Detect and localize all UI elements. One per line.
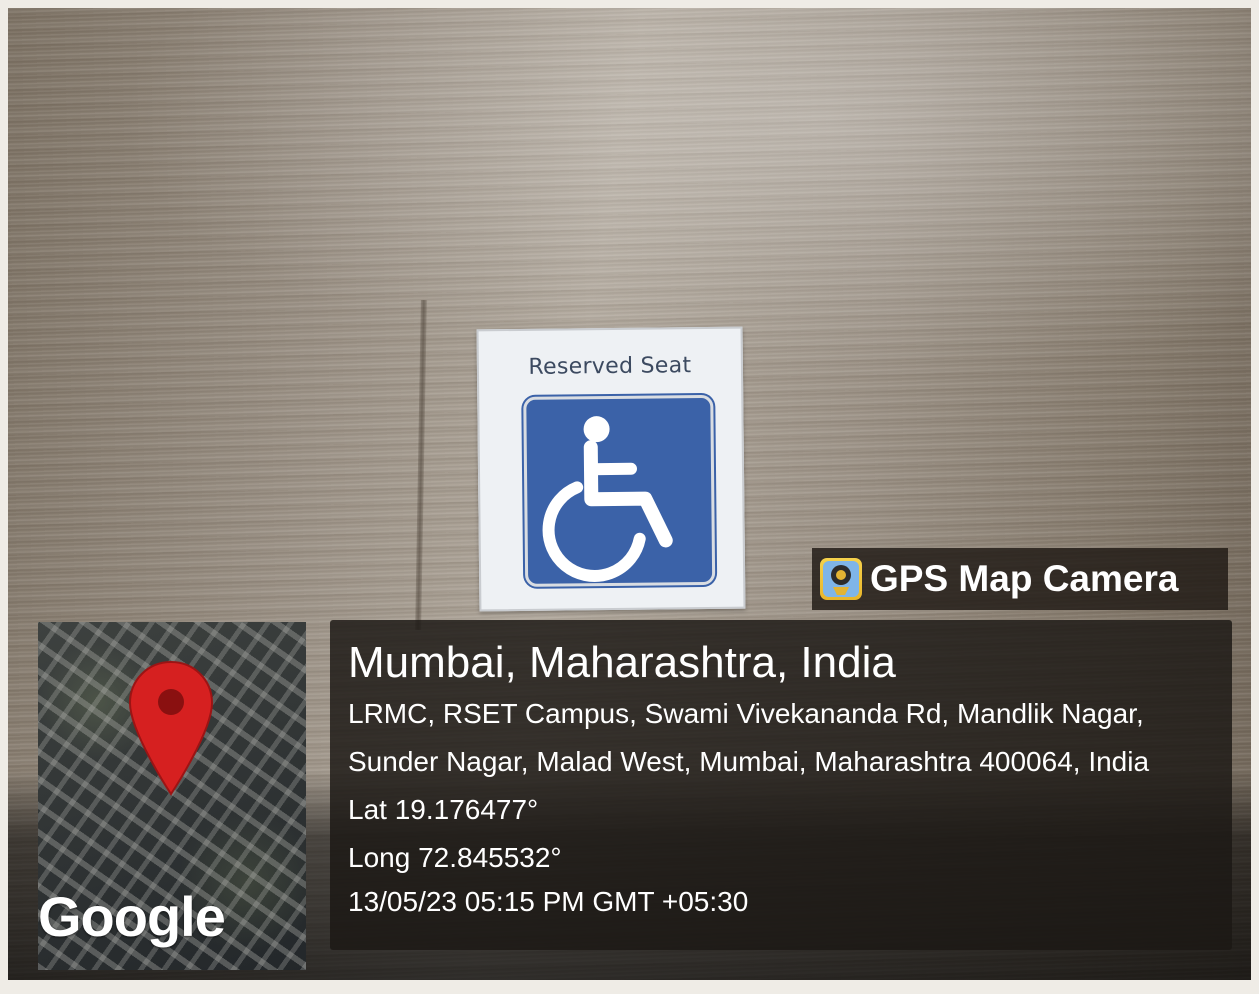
reserved-seat-sign: Reserved Seat xyxy=(476,326,746,612)
latitude-text: Lat 19.176477° xyxy=(348,794,539,825)
address-line-2: Sunder Nagar, Malad West, Mumbai, Mahara… xyxy=(348,746,1150,777)
wheelchair-accessibility-icon xyxy=(523,394,716,587)
brand-bar: GPS Map Camera xyxy=(812,548,1228,610)
google-attribution: Google xyxy=(38,885,226,948)
longitude-text: Long 72.845532° xyxy=(348,842,562,873)
brand-label: GPS Map Camera xyxy=(870,558,1179,599)
gps-map-camera-icon xyxy=(820,558,862,600)
map-pin-icon xyxy=(128,660,214,796)
location-title: Mumbai, Maharashtra, India xyxy=(348,638,896,687)
datetime-text: 13/05/23 05:15 PM GMT +05:30 xyxy=(348,886,749,917)
address-line-1: LRMC, RSET Campus, Swami Vivekananda Rd,… xyxy=(348,698,1144,729)
photo-background: Reserved Seat GPS Map Camera Google Mumb… xyxy=(0,0,1259,994)
sign-title: Reserved Seat xyxy=(528,353,692,380)
map-thumbnail: Google xyxy=(38,622,306,970)
location-info-panel: Mumbai, Maharashtra, India LRMC, RSET Ca… xyxy=(330,620,1232,950)
